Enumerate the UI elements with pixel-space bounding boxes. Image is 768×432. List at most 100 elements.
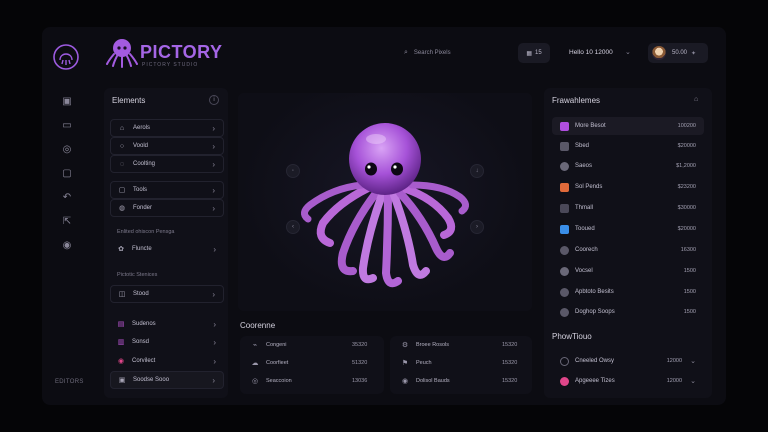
- house-icon: ⌂: [119, 124, 125, 132]
- undo-icon[interactable]: ↶: [60, 191, 74, 205]
- wrench-icon: ▢: [118, 187, 126, 194]
- chat-icon[interactable]: ▭: [60, 119, 74, 133]
- extra-item[interactable]: Cneeled Owsy 12000 ⌄: [552, 352, 704, 370]
- lock-icon[interactable]: ▣: [60, 95, 74, 109]
- left-item-label: Corvilect: [132, 358, 156, 364]
- brush-icon: [560, 121, 569, 131]
- settings-icon[interactable]: ⌂: [694, 96, 698, 103]
- item-value: 16300: [680, 247, 696, 253]
- left-item-sonsd[interactable]: ▥ Sonsd ›: [110, 333, 224, 351]
- item-label: Thmall: [575, 205, 594, 211]
- item-value: $23200: [677, 184, 696, 190]
- info-icon[interactable]: i: [209, 95, 219, 105]
- left-item-aerols[interactable]: ⌂ Aerols ›: [110, 119, 224, 137]
- left-item-voold[interactable]: ○ Voold ›: [110, 137, 224, 155]
- chevron-down-icon: ⌄: [690, 358, 696, 365]
- arrow-right-icon[interactable]: ›: [470, 220, 484, 234]
- ring-icon: [560, 356, 569, 366]
- bottom-row[interactable]: ☁ Coorfieet: [250, 356, 289, 370]
- circle-icon: ○: [119, 142, 125, 150]
- row-label: Coorfieet: [266, 360, 289, 366]
- download-icon[interactable]: ↓: [470, 164, 484, 178]
- shop-icon: [560, 307, 569, 317]
- greeting-text: Hello 10 12000: [569, 49, 613, 56]
- framework-item[interactable]: Coorech 16300: [552, 241, 704, 259]
- framework-item[interactable]: More Besot 100200: [552, 117, 704, 135]
- bottom-row[interactable]: ◎ Seaccoion: [250, 374, 292, 388]
- app-logo-icon[interactable]: [52, 43, 80, 71]
- search-label: Search Pixels: [413, 50, 451, 56]
- item-value: $20000: [677, 226, 696, 232]
- left-item-soodse[interactable]: ▣ Soodse Sooo ›: [110, 371, 224, 389]
- section-label: Pictotic Stenices: [117, 272, 158, 278]
- left-item-corvilect[interactable]: ◉ Corvilect ›: [110, 352, 224, 370]
- framework-item[interactable]: Sbed $20000: [552, 137, 704, 155]
- folder-icon: ◍: [118, 205, 126, 212]
- framework-item[interactable]: Tooued $20000: [552, 220, 704, 238]
- left-item-sudenos[interactable]: ▤ Sudenos ›: [110, 315, 224, 333]
- item-label: Cneeled Owsy: [575, 358, 615, 364]
- row-value: 15320: [502, 342, 518, 348]
- item-label: Saeos: [575, 163, 593, 169]
- framework-title: Frawahlemes: [552, 96, 601, 105]
- fire-icon: [560, 182, 569, 192]
- item-label: Sbed: [575, 143, 590, 149]
- left-item-coolting[interactable]: ◌ Coolting ›: [110, 155, 224, 173]
- left-item-label: Coolting: [133, 161, 156, 167]
- bottom-row[interactable]: ⚑ Peuch: [400, 356, 432, 370]
- left-item-stood[interactable]: ◫ Stood ›: [110, 285, 224, 303]
- row-label: Congeni: [266, 342, 287, 348]
- bottom-section-title: Coorenne: [240, 321, 276, 330]
- share-icon[interactable]: ⇱: [60, 215, 74, 229]
- left-item-label: Aerols: [133, 125, 151, 131]
- plugin-icon: ✿: [118, 246, 124, 253]
- framework-item[interactable]: Saeos $1,2000: [552, 157, 704, 175]
- left-item-label: Soodse Sooo: [133, 377, 170, 383]
- framework-item[interactable]: Doghop Soops 1500: [552, 303, 704, 321]
- left-item-label: Fluncte: [132, 246, 152, 252]
- layers-icon: ▤: [117, 321, 125, 328]
- sound-icon: ▥: [117, 339, 125, 346]
- monitor-icon[interactable]: ▢: [60, 167, 74, 181]
- notifications-button[interactable]: ▦ 15: [518, 43, 550, 63]
- item-label: Coorech: [575, 247, 598, 253]
- framework-item[interactable]: Thmall $30000: [552, 199, 704, 217]
- avatar: [652, 46, 666, 60]
- left-item-tools[interactable]: ▢ Tools ›: [110, 181, 224, 199]
- canvas-stage[interactable]: ◦ ↓ ‹ ›: [238, 93, 532, 311]
- extra-item[interactable]: Apgeeee Tizes 12000 ⌄: [552, 372, 704, 390]
- elements-title: Elements: [112, 96, 146, 105]
- search-input[interactable]: ⌕ Search Pixels: [404, 45, 500, 61]
- row-label: Seaccoion: [266, 378, 292, 384]
- framework-item[interactable]: Sol Pends $23200: [552, 178, 704, 196]
- globe-icon[interactable]: ◉: [60, 239, 74, 253]
- item-value: 1500: [683, 309, 696, 315]
- item-value: $20000: [677, 143, 696, 149]
- framework-item[interactable]: Vocsel 1500: [552, 262, 704, 280]
- rotate-left-icon[interactable]: ◦: [286, 164, 300, 178]
- stack-icon: ◫: [118, 291, 126, 298]
- chevron-right-icon: ›: [212, 289, 215, 299]
- row-label: Dolisol Bauds: [416, 378, 450, 384]
- left-item-fonder[interactable]: ◍ Fonder ›: [110, 199, 224, 217]
- bottom-row[interactable]: ⌁ Congeni: [250, 338, 287, 352]
- bottom-row[interactable]: ◉ Dolisol Bauds: [400, 374, 450, 388]
- account-button[interactable]: 50.00 ✦: [648, 43, 708, 63]
- flag-icon: ⚑: [401, 360, 409, 367]
- bottom-row[interactable]: ⚙ Broee Rosols: [400, 338, 449, 352]
- settings-icon: ✦: [691, 50, 697, 57]
- left-item-label: Sudenos: [132, 321, 156, 327]
- item-value: $30000: [677, 205, 696, 211]
- framework-item[interactable]: Apbtoto Besits 1500: [552, 283, 704, 301]
- left-item-fluncte[interactable]: ✿ Fluncte ›: [110, 240, 224, 258]
- grid-icon: [560, 141, 569, 151]
- left-item-label: Fonder: [133, 205, 153, 211]
- session-icon: ◎: [251, 378, 259, 385]
- chevron-down-icon[interactable]: ⌄: [625, 48, 631, 56]
- section-label: Enlited ohiscon Pensga: [117, 229, 175, 235]
- item-value: 100200: [677, 123, 696, 129]
- gear-icon[interactable]: ◎: [60, 143, 74, 157]
- arrow-left-icon[interactable]: ‹: [286, 220, 300, 234]
- item-value: 12000: [666, 358, 682, 364]
- search-icon: ⌕: [404, 49, 408, 56]
